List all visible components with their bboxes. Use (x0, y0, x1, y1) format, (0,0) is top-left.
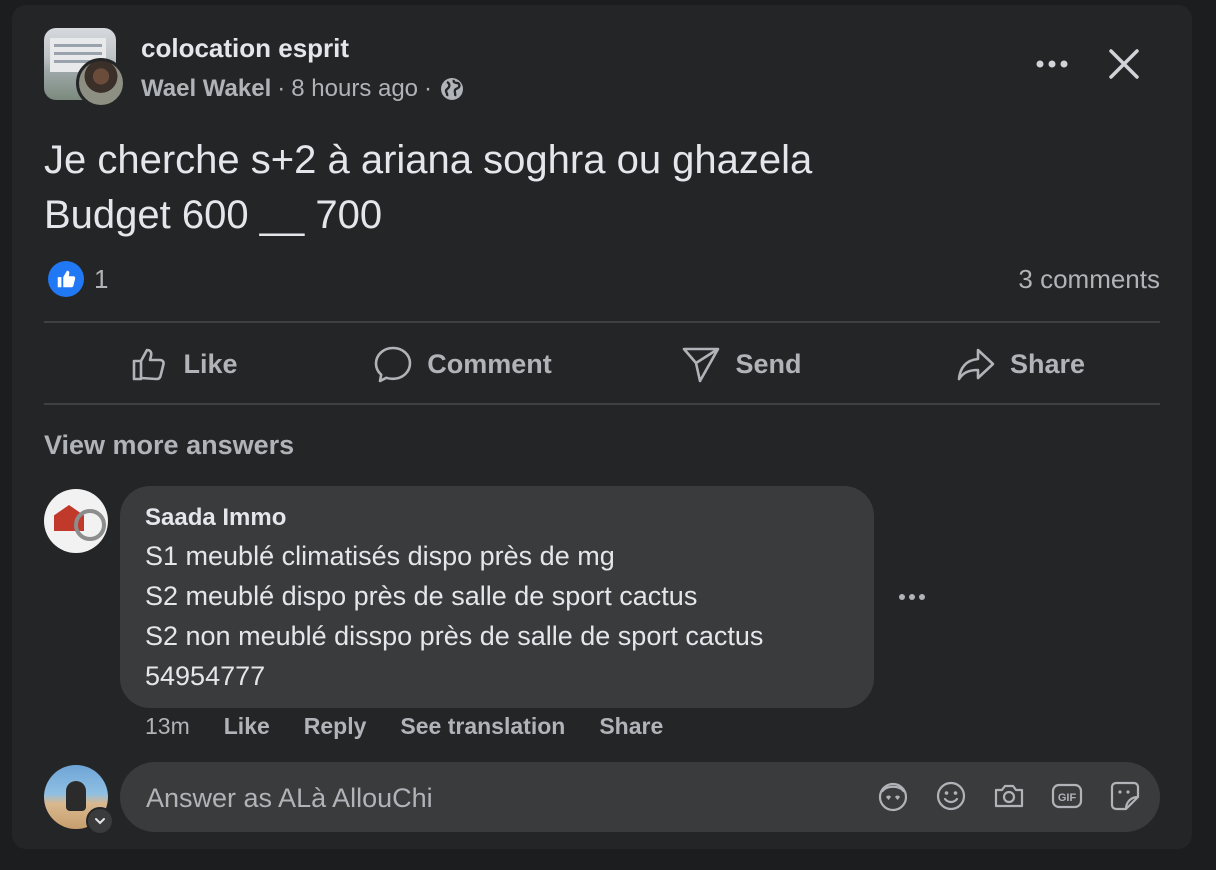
view-more-answers-link[interactable]: View more answers (44, 430, 294, 461)
share-button[interactable]: Share (881, 324, 1160, 404)
share-icon (957, 348, 995, 381)
share-label: Share (1009, 348, 1086, 379)
divider (44, 321, 1160, 323)
thumbs-up-icon (133, 348, 166, 381)
send-button[interactable]: Send (602, 324, 881, 404)
meta-separator: · (277, 75, 286, 102)
comment-text: S1 meublé climatisés dispo près de mg S2… (145, 541, 764, 691)
post-time[interactable]: 8 hours ago (291, 75, 418, 103)
globe-icon (441, 78, 464, 100)
like-button[interactable]: Like (44, 324, 323, 404)
send-label: Send (735, 348, 802, 379)
send-icon (683, 347, 720, 383)
camera-icon[interactable] (992, 779, 1026, 813)
post-actions-bar: Like Comment Send Share (44, 324, 1160, 404)
divider (44, 403, 1160, 405)
comment-reply-button[interactable]: Reply (304, 713, 367, 740)
answer-input[interactable] (144, 762, 848, 834)
meta-separator: · (424, 75, 433, 102)
commenter-avatar[interactable] (44, 489, 108, 553)
comment-more-options-icon[interactable] (894, 584, 930, 610)
more-options-icon[interactable] (1030, 48, 1074, 80)
comment-like-button[interactable]: Like (224, 713, 270, 740)
comment-label: Comment (427, 348, 552, 379)
commenter-name-link[interactable]: Saada Immo (145, 504, 286, 532)
post-meta: Wael Wakel · 8 hours ago · (141, 75, 464, 103)
emoji-icon[interactable] (934, 779, 968, 813)
author-avatar[interactable] (76, 58, 126, 108)
chevron-down-icon[interactable] (86, 807, 114, 835)
answer-composer: GIF (120, 762, 1160, 834)
post-body-text: Je cherche s+2 à ariana soghra ou ghazel… (44, 138, 813, 237)
like-label: Like (183, 348, 238, 379)
comment-button[interactable]: Comment (323, 324, 602, 404)
group-name-link[interactable]: colocation esprit (141, 33, 349, 64)
sticker-icon[interactable] (1108, 779, 1142, 813)
see-translation-button[interactable]: See translation (400, 713, 565, 740)
author-name-link[interactable]: Wael Wakel (141, 75, 271, 103)
comment-bubble: Saada Immo S1 meublé climatisés dispo pr… (120, 486, 874, 708)
comment-time[interactable]: 13m (145, 713, 190, 740)
comment-actions: 13m Like Reply See translation Share (145, 713, 663, 740)
svg-text:GIF: GIF (1058, 792, 1077, 804)
reaction-count[interactable]: 1 (94, 264, 108, 295)
comment-share-button[interactable]: Share (599, 713, 663, 740)
gif-icon[interactable]: GIF (1050, 779, 1084, 813)
comment-icon (374, 346, 412, 383)
group-avatar[interactable] (44, 28, 126, 108)
comment-count-link[interactable]: 3 comments (1018, 264, 1160, 295)
close-icon[interactable] (1102, 42, 1146, 86)
composer-tools: GIF (876, 779, 1142, 813)
avatar-sticker-icon[interactable] (876, 779, 910, 813)
thumbs-up-reaction-icon[interactable] (48, 261, 84, 297)
